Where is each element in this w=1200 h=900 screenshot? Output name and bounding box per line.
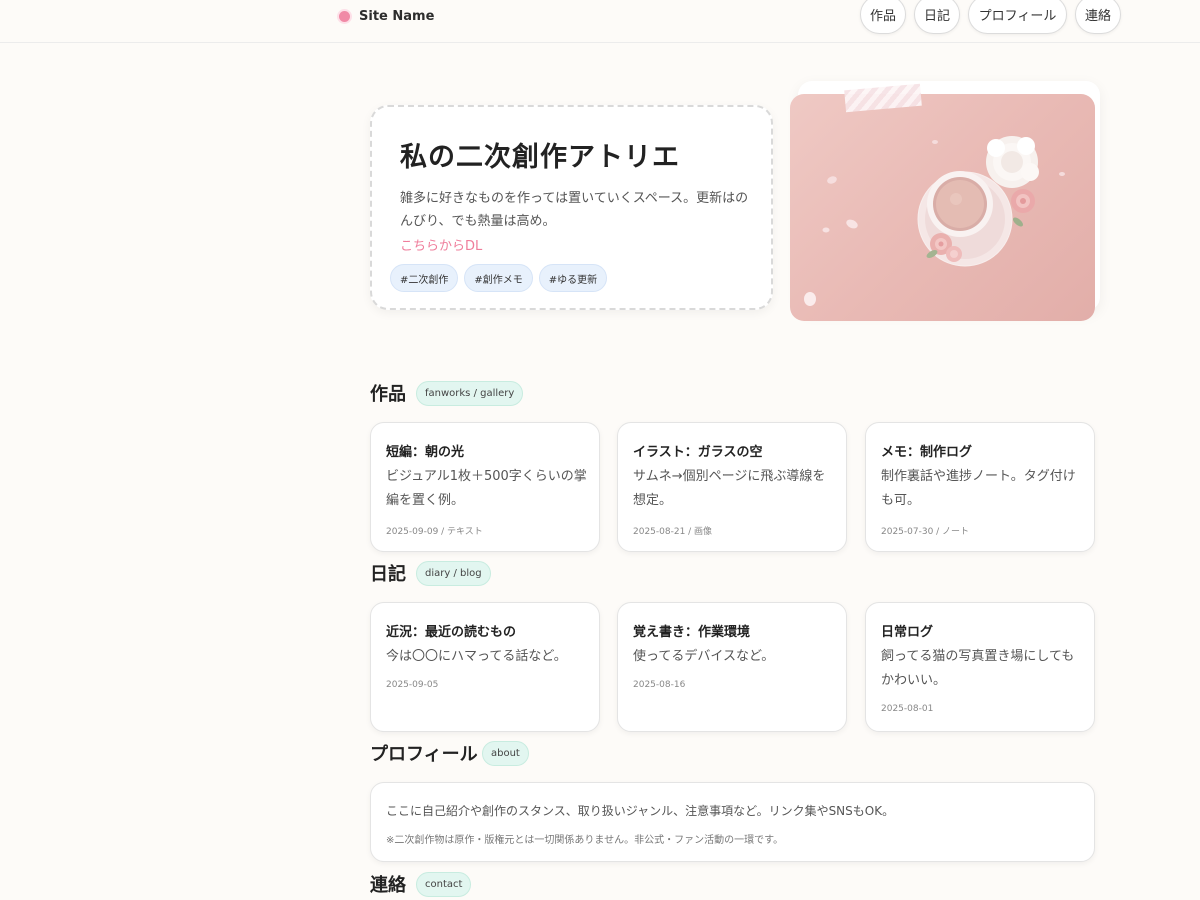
- card-title: イラスト：ガラスの空: [633, 445, 763, 460]
- card-title: 近況：最近の読むもの: [386, 625, 517, 640]
- coffee-cup-flowers-image: [790, 94, 1095, 321]
- card-description: 使ってるデバイスなど。: [633, 649, 775, 664]
- brand-dot-icon: [339, 10, 350, 22]
- nav-diary[interactable]: 日記: [914, 0, 960, 34]
- card-meta: 2025-09-05: [386, 680, 439, 690]
- site-header: Site Name 作品 日記 プロフィール 連絡: [0, 0, 1200, 43]
- card-meta: 2025-08-16: [633, 680, 686, 690]
- card-meta: 2025-08-01: [881, 704, 934, 714]
- work-card[interactable]: メモ：制作ログ 制作裏話や進捗ノート。タグ付けも可。 2025-07-30 / …: [865, 422, 1095, 552]
- profile-text: ここに自己紹介や創作のスタンス、取り扱いジャンル、注意事項など。リンク集やSNS…: [386, 804, 895, 818]
- card-title: 覚え書き：作業環境: [633, 625, 751, 640]
- card-description: 飼ってる猫の写真置き場にしてもかわいい。: [881, 649, 1075, 688]
- main-nav: 作品 日記 プロフィール 連絡: [860, 0, 1121, 34]
- work-card[interactable]: 短編：朝の光 ビジュアル1枚＋500字くらいの掌編を置く例。 2025-09-0…: [370, 422, 600, 552]
- diary-badge: diary / blog: [416, 561, 491, 586]
- nav-works[interactable]: 作品: [860, 0, 906, 34]
- work-card[interactable]: イラスト：ガラスの空 サムネ→個別ページに飛ぶ導線を想定。 2025-08-21…: [617, 422, 847, 552]
- card-title: 短編：朝の光: [386, 445, 465, 460]
- works-badge: fanworks / gallery: [416, 381, 524, 406]
- hero-tags: #二次創作 #創作メモ #ゆる更新: [390, 264, 608, 292]
- works-section-title: 作品: [370, 384, 406, 405]
- profile-box: ここに自己紹介や創作のスタンス、取り扱いジャンル、注意事項など。リンク集やSNS…: [370, 782, 1095, 862]
- card-title: 日常ログ: [881, 625, 934, 640]
- tag-chip[interactable]: #二次創作: [390, 264, 459, 292]
- card-title: メモ：制作ログ: [881, 445, 973, 460]
- diary-card[interactable]: 近況：最近の読むもの 今は〇〇にハマってる話など。 2025-09-05: [370, 602, 600, 732]
- diary-section-title: 日記: [370, 564, 406, 585]
- coffee-photo-illustration: [804, 136, 1065, 306]
- hero-card: 私の二次創作アトリエ 雑多に好きなものを作っては置いていくスペース。更新はのんび…: [370, 105, 773, 310]
- nav-profile[interactable]: プロフィール: [968, 0, 1067, 34]
- diary-card[interactable]: 日常ログ 飼ってる猫の写真置き場にしてもかわいい。 2025-08-01: [865, 602, 1095, 732]
- card-meta: 2025-07-30 / ノート: [881, 527, 970, 537]
- profile-section-title: プロフィール: [370, 744, 478, 765]
- download-link[interactable]: こちらからDL: [400, 235, 482, 254]
- diary-card[interactable]: 覚え書き：作業環境 使ってるデバイスなど。 2025-08-16: [617, 602, 847, 732]
- site-name: Site Name: [359, 8, 435, 24]
- contact-section-title: 連絡: [370, 875, 406, 896]
- hero-title: 私の二次創作アトリエ: [400, 142, 680, 173]
- tag-chip[interactable]: #ゆる更新: [538, 264, 608, 292]
- card-description: 今は〇〇にハマってる話など。: [386, 649, 567, 664]
- card-description: サムネ→個別ページに飛ぶ導線を想定。: [633, 469, 826, 508]
- hero-photo-frame: [790, 81, 1100, 321]
- nav-contact[interactable]: 連絡: [1075, 0, 1121, 34]
- profile-note: ※二次創作物は原作・版権元とは一切関係ありません。非公式・ファン活動の一環です。: [386, 835, 784, 846]
- card-meta: 2025-09-09 / テキスト: [386, 527, 483, 537]
- tag-chip[interactable]: #創作メモ: [464, 264, 533, 292]
- contact-badge: contact: [416, 872, 472, 897]
- profile-badge: about: [482, 741, 529, 766]
- brand[interactable]: Site Name: [339, 8, 434, 24]
- card-description: ビジュアル1枚＋500字くらいの掌編を置く例。: [386, 469, 587, 508]
- hero-description: 雑多に好きなものを作っては置いていくスペース。更新はのんびり、でも熱量は高め。: [400, 191, 749, 229]
- card-description: 制作裏話や進捗ノート。タグ付けも可。: [881, 469, 1076, 508]
- card-meta: 2025-08-21 / 画像: [633, 527, 713, 537]
